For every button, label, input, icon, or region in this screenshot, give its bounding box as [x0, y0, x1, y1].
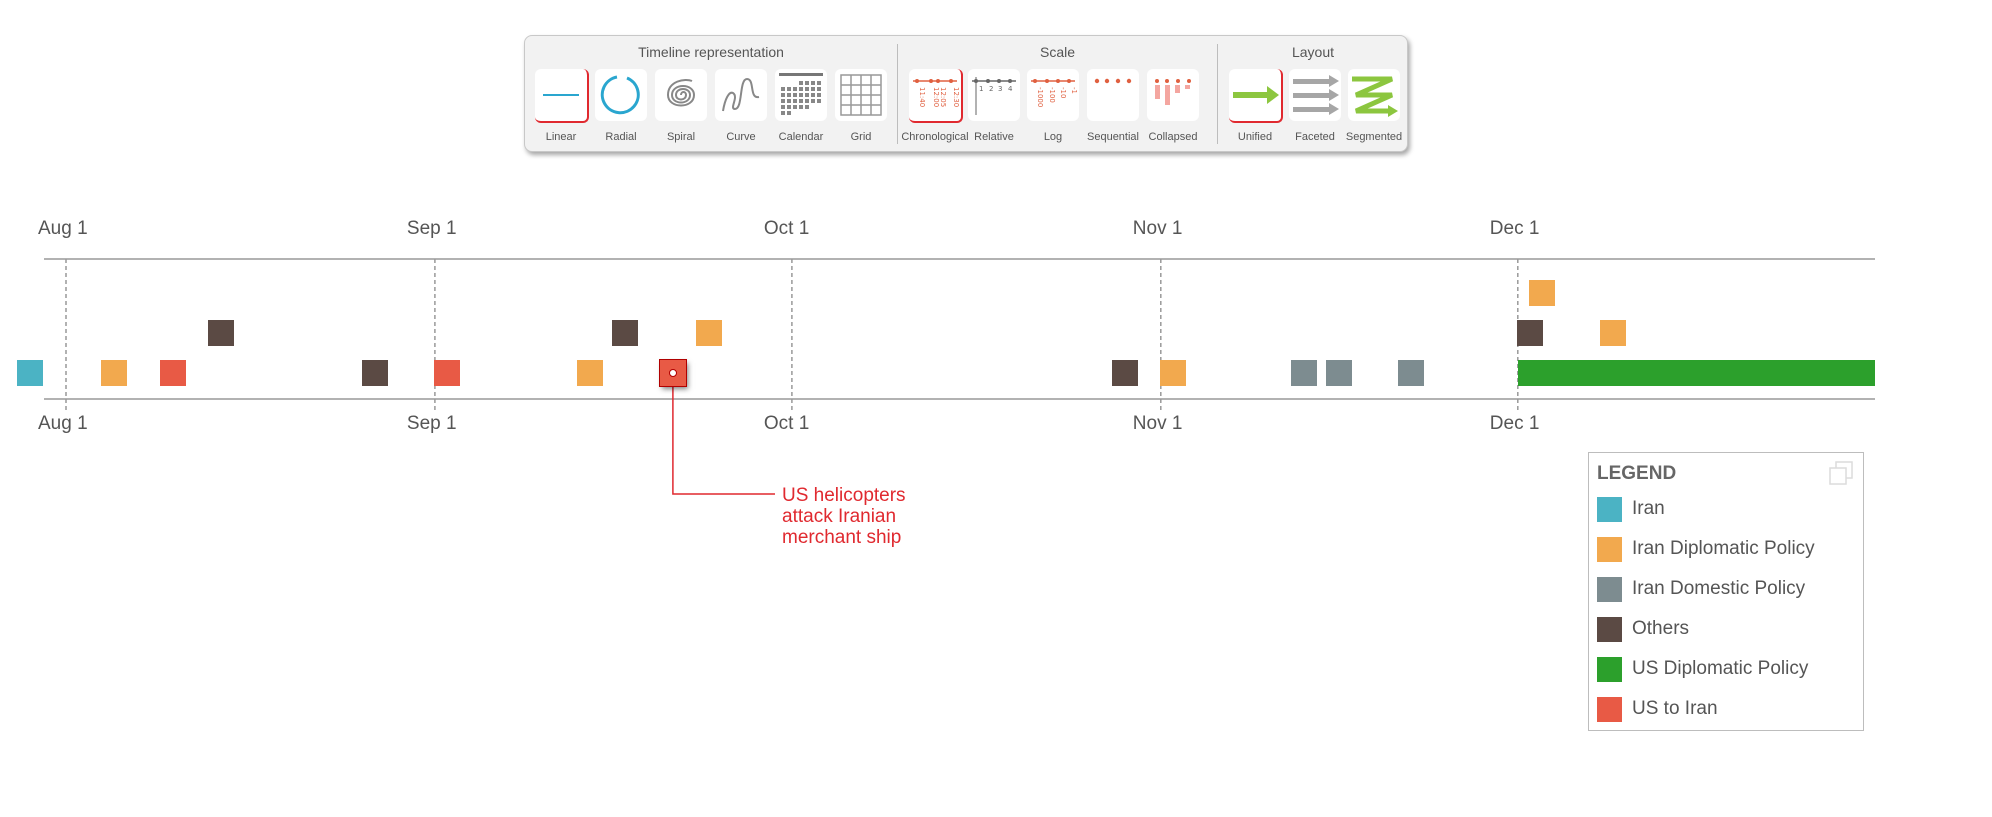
legend-label: Iran [1632, 498, 1665, 519]
event-marker[interactable] [576, 360, 603, 386]
copy-icon[interactable] [1827, 459, 1855, 487]
event-marker[interactable] [207, 320, 234, 346]
legend-item[interactable]: Others [1597, 615, 1859, 643]
event-marker[interactable] [1290, 360, 1317, 386]
tick-label-top: Nov 1 [1132, 218, 1183, 239]
legend-swatch [1597, 657, 1622, 682]
legend-label: US to Iran [1632, 698, 1718, 719]
event-marker[interactable] [1397, 360, 1424, 386]
event-marker[interactable] [17, 360, 44, 386]
event-marker[interactable] [1516, 320, 1543, 346]
event-marker[interactable] [100, 360, 127, 386]
event-annotation: US helicopters attack Iranian merchant s… [782, 485, 906, 548]
legend-swatch [1597, 577, 1622, 602]
tick-label-bottom: Dec 1 [1489, 413, 1540, 434]
tick-label-bottom: Nov 1 [1132, 413, 1183, 434]
selected-event-dot [668, 369, 677, 377]
legend-item[interactable]: US to Iran [1597, 695, 1859, 723]
event-marker[interactable] [1326, 360, 1353, 386]
event-marker[interactable] [695, 320, 722, 346]
event-marker[interactable] [433, 360, 460, 386]
tick-label-top: Dec 1 [1489, 218, 1540, 239]
annotation-connector [672, 373, 775, 495]
tick-label-bottom: Oct 1 [763, 413, 810, 434]
legend[interactable]: LEGEND Iran Iran Diplomatic Policy Iran Do… [1588, 452, 1864, 731]
legend-label: Iran Domestic Policy [1632, 578, 1806, 599]
legend-label: Iran Diplomatic Policy [1632, 538, 1815, 559]
event-marker[interactable] [362, 360, 389, 386]
tick-label-bottom: Aug 1 [38, 413, 88, 434]
event-marker[interactable] [1600, 320, 1626, 346]
event-marker[interactable] [160, 360, 187, 386]
event-marker[interactable] [659, 360, 686, 386]
event-marker[interactable] [1112, 360, 1139, 386]
tick-label-top: Aug 1 [38, 218, 88, 239]
legend-swatch [1597, 497, 1622, 522]
legend-label: Others [1632, 618, 1690, 639]
tick-label-top: Sep 1 [406, 218, 457, 239]
legend-item[interactable]: Iran [1597, 495, 1859, 523]
event-marker[interactable] [612, 320, 639, 346]
event-marker[interactable] [1159, 360, 1186, 386]
event-marker[interactable] [1528, 280, 1555, 306]
legend-swatch [1597, 537, 1622, 562]
legend-item[interactable]: US Diplomatic Policy [1597, 655, 1859, 683]
legend-swatch [1597, 697, 1622, 722]
legend-swatch [1597, 617, 1622, 642]
tick-label-top: Oct 1 [763, 218, 810, 239]
legend-item[interactable]: Iran Domestic Policy [1597, 575, 1859, 603]
legend-title: LEGEND [1597, 463, 1677, 484]
legend-label: US Diplomatic Policy [1632, 658, 1809, 679]
event-bar[interactable] [1517, 360, 1875, 386]
tick-label-bottom: Sep 1 [406, 413, 457, 434]
legend-item[interactable]: Iran Diplomatic Policy [1597, 535, 1859, 563]
